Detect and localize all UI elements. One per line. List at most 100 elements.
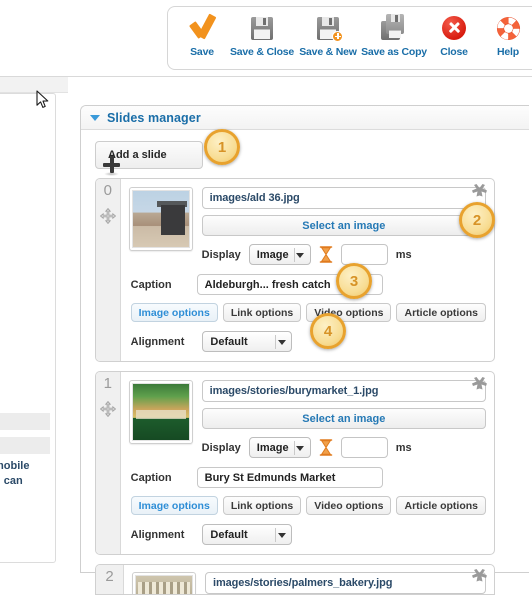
slide-gutter: 0: [96, 179, 121, 361]
alignment-label: Alignment: [130, 335, 185, 348]
save-as-copy-button-label: Save as Copy: [361, 46, 427, 58]
top-toolbar-band: Save Save & Close Save & New Save as Cop…: [0, 0, 532, 77]
add-slide-button[interactable]: Add a slide: [95, 141, 203, 176]
help-button[interactable]: Help: [488, 13, 528, 58]
save-as-copy-button[interactable]: Save as Copy: [361, 13, 427, 58]
display-type-select[interactable]: Image: [248, 244, 311, 265]
add-slide-button-label: Add a slide: [108, 149, 167, 161]
delete-x-icon[interactable]: [471, 376, 488, 393]
tab-video-options[interactable]: Video options: [306, 496, 392, 515]
save-button-label: Save: [190, 46, 214, 58]
chevron-down-icon: [293, 441, 306, 455]
alignment-select[interactable]: Default: [202, 331, 293, 352]
chevron-down-icon: [293, 248, 306, 262]
display-row: Display Image ms: [202, 242, 486, 265]
left-page-strip: mobile u can: [0, 77, 68, 573]
help-button-label: Help: [497, 46, 519, 58]
duration-input[interactable]: [340, 244, 388, 265]
chevron-down-icon: [275, 528, 287, 542]
hourglass-icon: [319, 439, 333, 456]
callout-badge-3: 3: [336, 263, 372, 299]
display-type-value: Image: [256, 441, 289, 454]
caption-label: Caption: [130, 471, 172, 484]
left-page-text-line-2: u can: [0, 475, 23, 487]
tab-image-options[interactable]: Image options: [130, 496, 218, 515]
image-path-input[interactable]: images/stories/burymarket_1.jpg: [201, 380, 486, 402]
save-button[interactable]: Save: [182, 13, 222, 58]
callout-badge-1: 1: [204, 129, 240, 165]
save-and-new-button[interactable]: Save & New: [299, 13, 357, 58]
duration-input[interactable]: [340, 437, 388, 458]
slide-thumbnail[interactable]: [128, 187, 193, 251]
thumbnail-image: [131, 383, 190, 441]
save-and-close-button-label: Save & Close: [229, 46, 295, 58]
display-label: Display: [201, 441, 241, 454]
slide-content: images/ald 36.jpg Select an image Displa…: [121, 179, 494, 361]
slide-gutter: 2: [96, 565, 124, 594]
display-row: Display Image ms: [202, 435, 486, 458]
display-type-select[interactable]: Image: [248, 437, 311, 458]
floppy-icon: [251, 13, 273, 43]
slide-row: 0 images/ald 36.jpg Select an image Disp…: [95, 178, 495, 362]
slide-thumbnail[interactable]: [132, 572, 196, 594]
chevron-down-icon: [275, 335, 287, 349]
select-image-button[interactable]: Select an image: [201, 408, 486, 429]
slide-index: 1: [103, 375, 112, 392]
slide-content: images/stories/palmers_bakery.jpg: [124, 565, 494, 594]
page-title: Slides manager: [107, 110, 201, 125]
left-page-content: [0, 93, 56, 563]
tab-image-options[interactable]: Image options: [130, 303, 218, 322]
tab-article-options[interactable]: Article options: [396, 496, 486, 515]
display-label: Display: [201, 248, 241, 261]
slide-index: 0: [103, 182, 112, 199]
caption-row: Caption Aldeburgh... fresh catch: [129, 274, 486, 295]
slide-row: 2 images/stories/palmers_bakery.jpg: [95, 564, 495, 595]
floppy-plus-icon: [317, 13, 343, 43]
caption-label: Caption: [130, 278, 172, 291]
toolbar-panel: Save Save & Close Save & New Save as Cop…: [167, 6, 532, 70]
select-image-button[interactable]: Select an image: [201, 215, 486, 236]
thumbnail-image: [135, 575, 193, 594]
ms-unit-label: ms: [395, 441, 412, 454]
left-page-text-line-1: mobile: [0, 460, 30, 472]
panel-header[interactable]: Slides manager: [81, 106, 532, 130]
slide-thumbnail[interactable]: [128, 380, 193, 444]
delete-x-icon[interactable]: [471, 183, 488, 200]
mouse-cursor: [36, 90, 49, 108]
save-and-close-button[interactable]: Save & Close: [230, 13, 294, 58]
save-and-new-button-label: Save & New: [299, 46, 357, 58]
image-path-input[interactable]: images/ald 36.jpg: [201, 187, 486, 209]
left-page-text: mobile u can: [0, 459, 50, 489]
thumbnail-image: [131, 190, 190, 248]
ms-unit-label: ms: [395, 248, 412, 261]
alignment-label: Alignment: [130, 528, 185, 541]
alignment-value: Default: [210, 528, 248, 541]
option-tabs: Image options Link options Video options…: [129, 303, 486, 322]
tab-link-options[interactable]: Link options: [222, 496, 302, 515]
move-handle-icon[interactable]: [99, 401, 116, 417]
move-handle-icon[interactable]: [99, 208, 116, 224]
slide-index: 2: [105, 568, 114, 585]
left-placeholder-bar-2: [0, 437, 50, 454]
check-icon: [189, 13, 215, 43]
hourglass-icon: [319, 246, 333, 263]
caption-row: Caption Bury St Edmunds Market: [129, 467, 486, 488]
floppy-copy-icon: [381, 13, 407, 43]
slide-content: images/stories/burymarket_1.jpg Select a…: [121, 372, 494, 554]
slides-manager-panel: Slides manager Add a slide 0 images/ald …: [80, 105, 532, 595]
left-placeholder-bar-1: [0, 413, 50, 430]
slide-gutter: 1: [96, 372, 121, 554]
delete-x-icon[interactable]: [471, 568, 488, 585]
alignment-select[interactable]: Default: [202, 524, 293, 545]
chevron-down-icon[interactable]: [90, 114, 100, 121]
tab-link-options[interactable]: Link options: [222, 303, 302, 322]
alignment-row: Alignment Default: [129, 524, 486, 545]
close-button-label: Close: [440, 46, 468, 58]
close-button[interactable]: Close: [434, 13, 474, 58]
image-path-input[interactable]: images/stories/palmers_bakery.jpg: [205, 572, 486, 594]
tab-article-options[interactable]: Article options: [396, 303, 486, 322]
lifebuoy-icon: [496, 13, 521, 43]
alignment-row: Alignment Default: [129, 331, 486, 352]
caption-input[interactable]: Bury St Edmunds Market: [196, 467, 383, 488]
slide-row: 1 images/stories/burymarket_1.jpg Select…: [95, 371, 495, 555]
